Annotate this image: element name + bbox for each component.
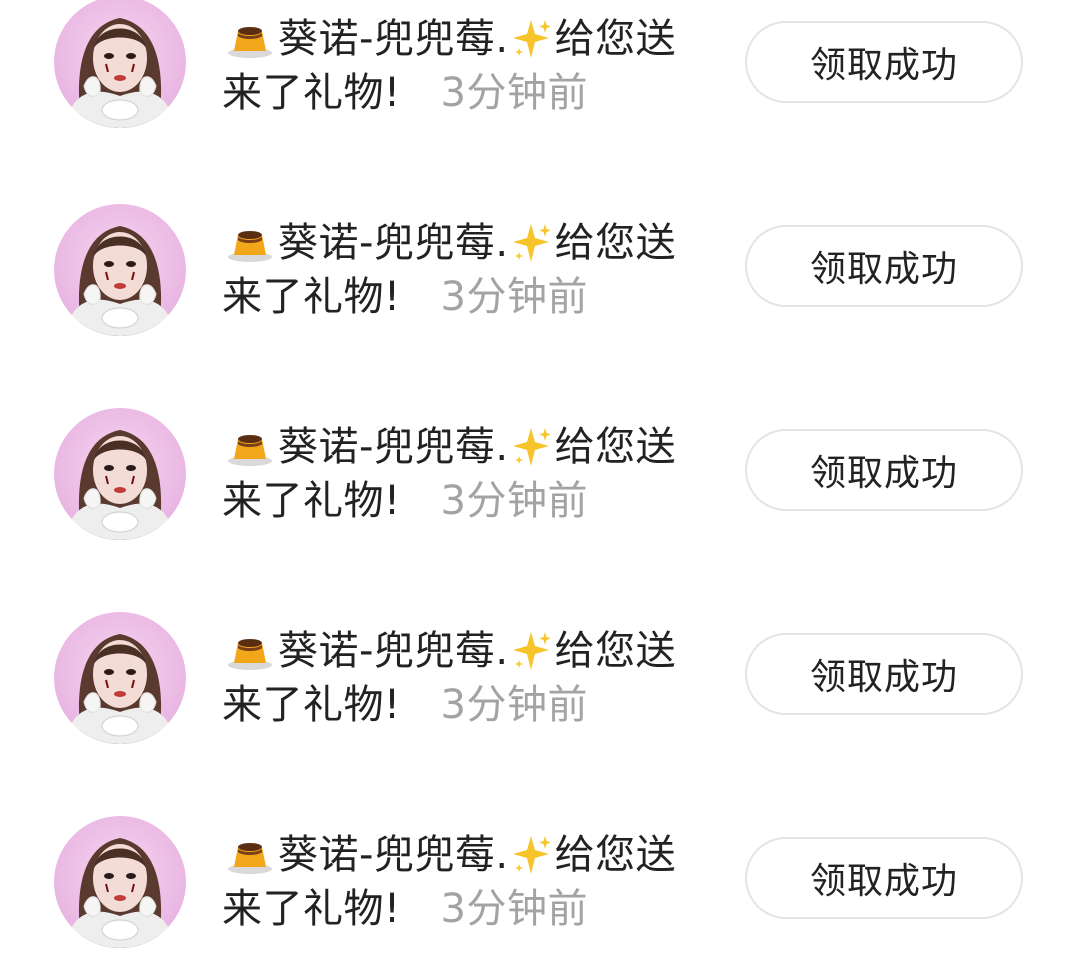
notification-row: 葵诺-兜兜莓. 给您送 来了礼物! 3分钟前 领取成功 <box>0 408 1080 558</box>
message-text-continued: 来了礼物! <box>222 478 401 524</box>
claim-success-button[interactable]: 领取成功 <box>745 225 1023 307</box>
custard-pudding-emoji <box>226 835 274 875</box>
notification-message: 葵诺-兜兜莓. 给您送 来了礼物! 3分钟前 <box>222 12 702 120</box>
message-text: 给您送 <box>554 832 677 878</box>
sparkles-emoji <box>511 18 553 60</box>
sparkles-emoji <box>511 426 553 468</box>
timestamp: 3分钟前 <box>440 274 588 320</box>
message-text-continued: 来了礼物! <box>222 886 401 932</box>
user-avatar[interactable] <box>54 816 186 948</box>
avatar-portrait-icon <box>64 838 176 948</box>
timestamp: 3分钟前 <box>440 682 588 728</box>
sparkles-emoji <box>511 222 553 264</box>
user-avatar[interactable] <box>54 0 186 128</box>
custard-pudding-emoji <box>226 223 274 263</box>
user-avatar[interactable] <box>54 408 186 540</box>
custard-pudding-emoji <box>226 427 274 467</box>
avatar-portrait-icon <box>64 226 176 336</box>
timestamp: 3分钟前 <box>440 70 588 116</box>
notification-message: 葵诺-兜兜莓. 给您送 来了礼物! 3分钟前 <box>222 216 702 324</box>
avatar-portrait-icon <box>64 430 176 540</box>
notification-row: 葵诺-兜兜莓. 给您送 来了礼物! 3分钟前 领取成功 <box>0 612 1080 762</box>
avatar-portrait-icon <box>64 18 176 128</box>
notification-row: 葵诺-兜兜莓. 给您送 来了礼物! 3分钟前 领取成功 <box>0 0 1080 150</box>
timestamp: 3分钟前 <box>440 478 588 524</box>
user-avatar[interactable] <box>54 204 186 336</box>
message-text: 给您送 <box>554 220 677 266</box>
message-text-continued: 来了礼物! <box>222 274 401 320</box>
user-avatar[interactable] <box>54 612 186 744</box>
custard-pudding-emoji <box>226 19 274 59</box>
custard-pudding-emoji <box>226 631 274 671</box>
notification-row: 葵诺-兜兜莓. 给您送 来了礼物! 3分钟前 领取成功 <box>0 816 1080 966</box>
sparkles-emoji <box>511 834 553 876</box>
sender-name[interactable]: 葵诺-兜兜莓. <box>278 420 509 474</box>
claim-success-button[interactable]: 领取成功 <box>745 633 1023 715</box>
message-text: 给您送 <box>554 628 677 674</box>
notification-message: 葵诺-兜兜莓. 给您送 来了礼物! 3分钟前 <box>222 624 702 732</box>
gift-notification-list: 葵诺-兜兜莓. 给您送 来了礼物! 3分钟前 领取成功 葵诺-兜兜莓. 给您送 … <box>0 0 1080 952</box>
sender-name[interactable]: 葵诺-兜兜莓. <box>278 216 509 270</box>
message-text: 给您送 <box>554 16 677 62</box>
notification-row: 葵诺-兜兜莓. 给您送 来了礼物! 3分钟前 领取成功 <box>0 204 1080 354</box>
notification-message: 葵诺-兜兜莓. 给您送 来了礼物! 3分钟前 <box>222 828 702 936</box>
sender-name[interactable]: 葵诺-兜兜莓. <box>278 828 509 882</box>
sender-name[interactable]: 葵诺-兜兜莓. <box>278 624 509 678</box>
claim-success-button[interactable]: 领取成功 <box>745 429 1023 511</box>
sparkles-emoji <box>511 630 553 672</box>
avatar-portrait-icon <box>64 634 176 744</box>
notification-message: 葵诺-兜兜莓. 给您送 来了礼物! 3分钟前 <box>222 420 702 528</box>
message-text-continued: 来了礼物! <box>222 682 401 728</box>
claim-success-button[interactable]: 领取成功 <box>745 837 1023 919</box>
sender-name[interactable]: 葵诺-兜兜莓. <box>278 12 509 66</box>
claim-success-button[interactable]: 领取成功 <box>745 21 1023 103</box>
message-text: 给您送 <box>554 424 677 470</box>
timestamp: 3分钟前 <box>440 886 588 932</box>
message-text-continued: 来了礼物! <box>222 70 401 116</box>
